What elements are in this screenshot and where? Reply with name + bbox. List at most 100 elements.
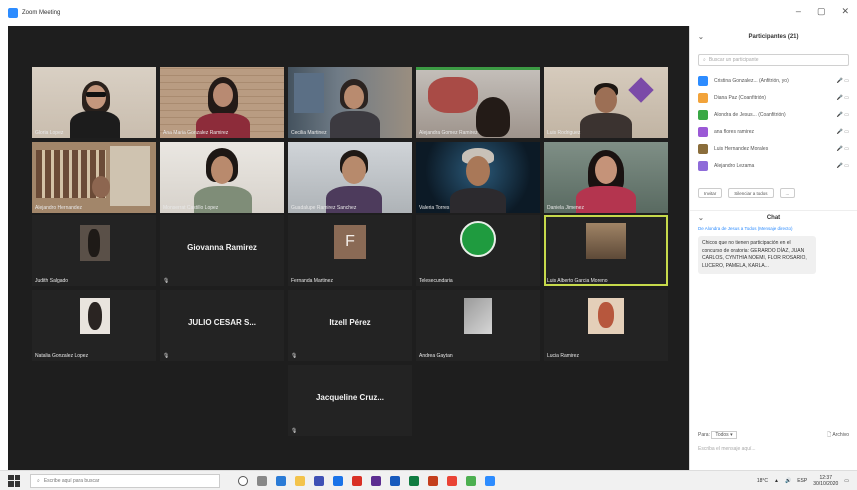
chat-header: ⌄ Chat — [690, 210, 857, 224]
camera-feed — [160, 67, 284, 138]
video-gallery: Gloria Lopez Ana Maria Gonzalez Ramirez … — [8, 26, 689, 470]
chat-message: Chicos que no tienen participación en el… — [698, 236, 816, 274]
participant-row[interactable]: ana flores ramirez 🎤 ▭ — [690, 123, 857, 140]
participant-name: Judith Salgado — [35, 278, 69, 284]
camera-feed — [288, 67, 412, 138]
video-tile[interactable]: Natalia Gonzalez Lopez — [32, 290, 156, 361]
video-tile[interactable]: Telesecundaria — [416, 215, 540, 286]
video-tile[interactable]: Daniela Jimenez — [544, 142, 668, 213]
participant-name: Alejandro Hernandez — [35, 205, 82, 211]
minimize-button[interactable]: – — [796, 6, 801, 17]
excel-icon[interactable] — [409, 475, 419, 486]
maximize-button[interactable]: ▢ — [817, 6, 826, 17]
windows-start-icon[interactable] — [8, 474, 20, 487]
participant-name: Natalia Gonzalez Lopez — [35, 353, 89, 359]
avatar — [698, 160, 708, 171]
camera-feed — [416, 67, 540, 138]
video-tile[interactable]: Lucia Ramirez — [544, 290, 668, 361]
mic-video-status-icon: 🎤 ▭ — [836, 162, 849, 169]
participant-name: Luis Rodriguez — [547, 130, 581, 136]
file-button[interactable]: 🗋 Archivo — [827, 432, 849, 440]
chat-sender: De Alondra de Jesus a Todos (Mensaje dir… — [698, 226, 793, 231]
more-options-button[interactable]: ... — [779, 188, 796, 198]
cortana-icon[interactable] — [238, 475, 248, 486]
language-indicator[interactable]: ESP — [797, 478, 807, 484]
participants-header: ⌄ Participantes (21) — [690, 26, 857, 48]
store-icon[interactable] — [314, 475, 324, 486]
participant-row[interactable]: Alejandro Lezama 🎤 ▭ — [690, 157, 857, 174]
participant-name: Ana Maria Gonzalez Ramirez — [163, 130, 229, 136]
collapse-chevron-icon[interactable]: ⌄ — [698, 214, 704, 222]
video-tile[interactable]: Giovanna Ramirez 🎙 — [160, 215, 284, 286]
powerpoint-icon[interactable] — [428, 475, 438, 486]
app-icon[interactable] — [352, 475, 362, 486]
mail-icon[interactable] — [333, 475, 343, 486]
video-tile[interactable]: Gloria Lopez — [32, 67, 156, 138]
profile-picture — [80, 225, 110, 261]
participant-row[interactable]: Luis Hernandez Morales 🎤 ▭ — [690, 140, 857, 157]
participant-name: Guadalupe Ramirez Sanchez — [291, 205, 357, 211]
camera-feed — [416, 142, 540, 213]
zoom-window: Zoom Meeting – ▢ ✕ Gloria Lopez Ana Mari… — [0, 0, 857, 490]
video-tile[interactable]: Ana Maria Gonzalez Ramirez — [160, 67, 284, 138]
video-tile[interactable]: JULIO CESAR S... 🎙 — [160, 290, 284, 361]
video-tile[interactable]: Guadalupe Ramirez Sanchez — [288, 142, 412, 213]
video-tile[interactable]: Jacqueline Cruz... 🎙 — [288, 365, 412, 436]
zoom-logo-icon — [8, 8, 18, 18]
task-view-icon[interactable] — [257, 475, 267, 486]
video-tile[interactable]: Alejandra Gomez Ramirez — [416, 67, 540, 138]
mic-video-status-icon: 🎤 ▭ — [836, 111, 849, 118]
taskbar-search-box[interactable]: ⌕ Escribe aquí para buscar — [30, 473, 220, 488]
search-icon: ⌕ — [703, 57, 706, 63]
avatar — [698, 75, 708, 86]
chat-message-input[interactable]: Escriba el mensaje aquí... — [698, 446, 756, 452]
participant-row[interactable]: Cristina Gonzalez... (Anfitrión, yo) 🎤 ▭ — [690, 72, 857, 89]
participant-search-input[interactable]: ⌕ Buscar un participante — [698, 54, 849, 66]
video-tile[interactable]: Cecilia Martinez — [288, 67, 412, 138]
video-tile-active-speaker[interactable]: Luis Alberto Garcia Moreno — [544, 215, 668, 286]
participant-name: Telesecundaria — [419, 278, 453, 284]
participant-display-name: Giovanna Ramirez — [187, 243, 257, 252]
file-explorer-icon[interactable] — [295, 475, 305, 486]
side-panel: ⌄ Participantes (21) ⌕ Buscar un partici… — [689, 26, 857, 470]
camera-feed — [32, 142, 156, 213]
avatar — [698, 126, 708, 137]
chat-to-label: Para: — [698, 432, 710, 438]
app-icon[interactable] — [466, 475, 476, 486]
video-tile[interactable]: Luis Rodriguez — [544, 67, 668, 138]
video-tile[interactable]: Andrea Gaytan — [416, 290, 540, 361]
participant-row[interactable]: Alondra de Jesus... (Coanfitrión) 🎤 ▭ — [690, 106, 857, 123]
video-tile[interactable]: F Fernanda Martinez — [288, 215, 412, 286]
mic-video-status-icon: 🎤 ▭ — [836, 145, 849, 152]
collapse-chevron-icon[interactable]: ⌄ — [698, 33, 704, 41]
edge-icon[interactable] — [276, 475, 286, 486]
video-tile[interactable]: Monserrat Castillo Lopez — [160, 142, 284, 213]
video-tile[interactable]: Valeria Torres — [416, 142, 540, 213]
chrome-icon[interactable] — [447, 475, 457, 486]
participant-display-name: JULIO CESAR S... — [187, 318, 256, 327]
video-tile[interactable]: Alejandro Hernandez — [32, 142, 156, 213]
participants-title: Participantes (21) — [748, 34, 799, 40]
invite-button[interactable]: Invitar — [698, 188, 723, 198]
participant-row[interactable]: Diana Paz (Coanfitrión) 🎤 ▭ — [690, 89, 857, 106]
profile-picture — [588, 298, 624, 334]
network-icon[interactable]: ▲ — [774, 478, 779, 484]
app-icon[interactable] — [371, 475, 381, 486]
participant-name: Daniela Jimenez — [547, 205, 584, 211]
search-icon: ⌕ — [37, 477, 40, 484]
close-button[interactable]: ✕ — [841, 6, 849, 17]
participant-name: Luis Alberto Garcia Moreno — [547, 278, 608, 284]
zoom-app-icon[interactable] — [485, 475, 495, 486]
video-tile[interactable]: Judith Salgado — [32, 215, 156, 286]
camera-feed — [160, 142, 284, 213]
mute-all-button[interactable]: Silenciar a todos — [728, 188, 774, 198]
word-icon[interactable] — [390, 475, 400, 486]
avatar — [698, 109, 708, 120]
clock[interactable]: 12:37 30/10/2020 — [813, 475, 838, 487]
taskbar-apps — [238, 475, 495, 486]
video-tile[interactable]: Itzell Pérez 🎙 — [288, 290, 412, 361]
chat-recipient-dropdown[interactable]: Todos ▾ — [711, 431, 737, 439]
notifications-icon[interactable]: ▭ — [844, 478, 849, 484]
mic-video-status-icon: 🎤 ▭ — [836, 77, 849, 84]
volume-icon[interactable]: 🔊 — [785, 478, 791, 484]
